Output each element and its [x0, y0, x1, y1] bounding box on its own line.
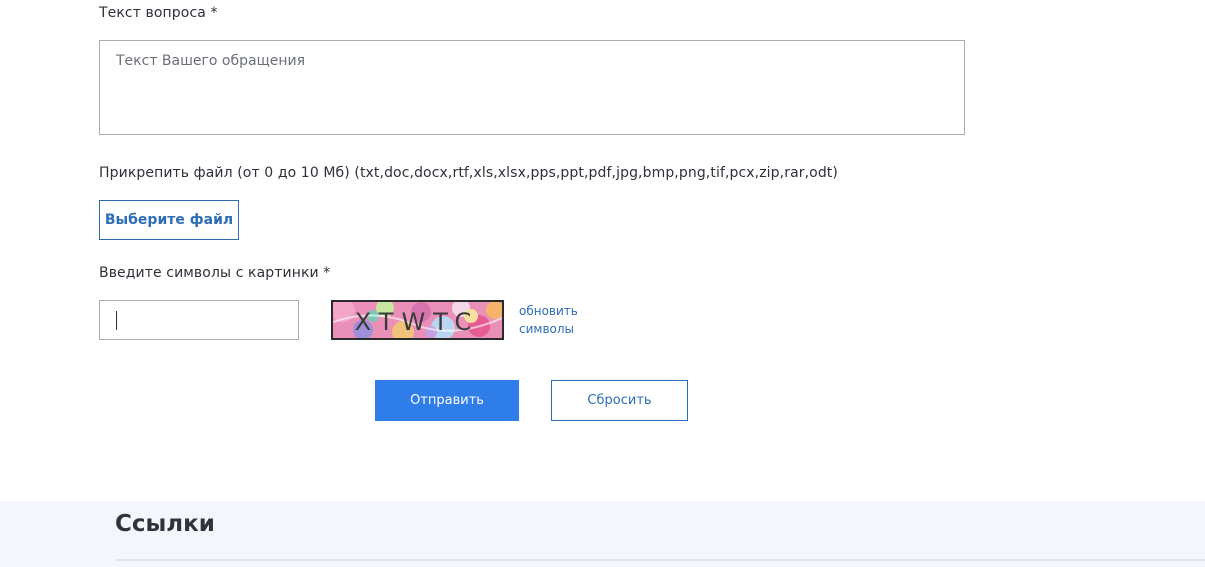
- question-textarea-wrapper: [99, 40, 965, 135]
- captcha-input[interactable]: [100, 301, 298, 339]
- text-cursor: [116, 311, 117, 330]
- captcha-label: Введите символы с картинки *: [99, 265, 331, 281]
- refresh-captcha-link[interactable]: обновить символы: [519, 302, 599, 338]
- divider: [115, 559, 1205, 561]
- question-label: Текст вопроса *: [99, 5, 218, 21]
- attach-file-label: Прикрепить файл (от 0 до 10 Мб) (txt,doc…: [99, 165, 838, 181]
- submit-button[interactable]: Отправить: [375, 380, 519, 421]
- question-textarea[interactable]: [100, 41, 964, 134]
- reset-button[interactable]: Сбросить: [551, 380, 688, 421]
- captcha-image: XTWTC: [331, 300, 504, 340]
- feedback-page: Текст вопроса * Прикрепить файл (от 0 до…: [0, 0, 1205, 567]
- links-section-title: Ссылки: [115, 511, 215, 537]
- links-section: Ссылки: [0, 501, 1205, 567]
- captcha-text: XTWTC: [355, 308, 479, 336]
- choose-file-button[interactable]: Выберите файл: [99, 200, 239, 240]
- captcha-input-wrapper: [99, 300, 299, 340]
